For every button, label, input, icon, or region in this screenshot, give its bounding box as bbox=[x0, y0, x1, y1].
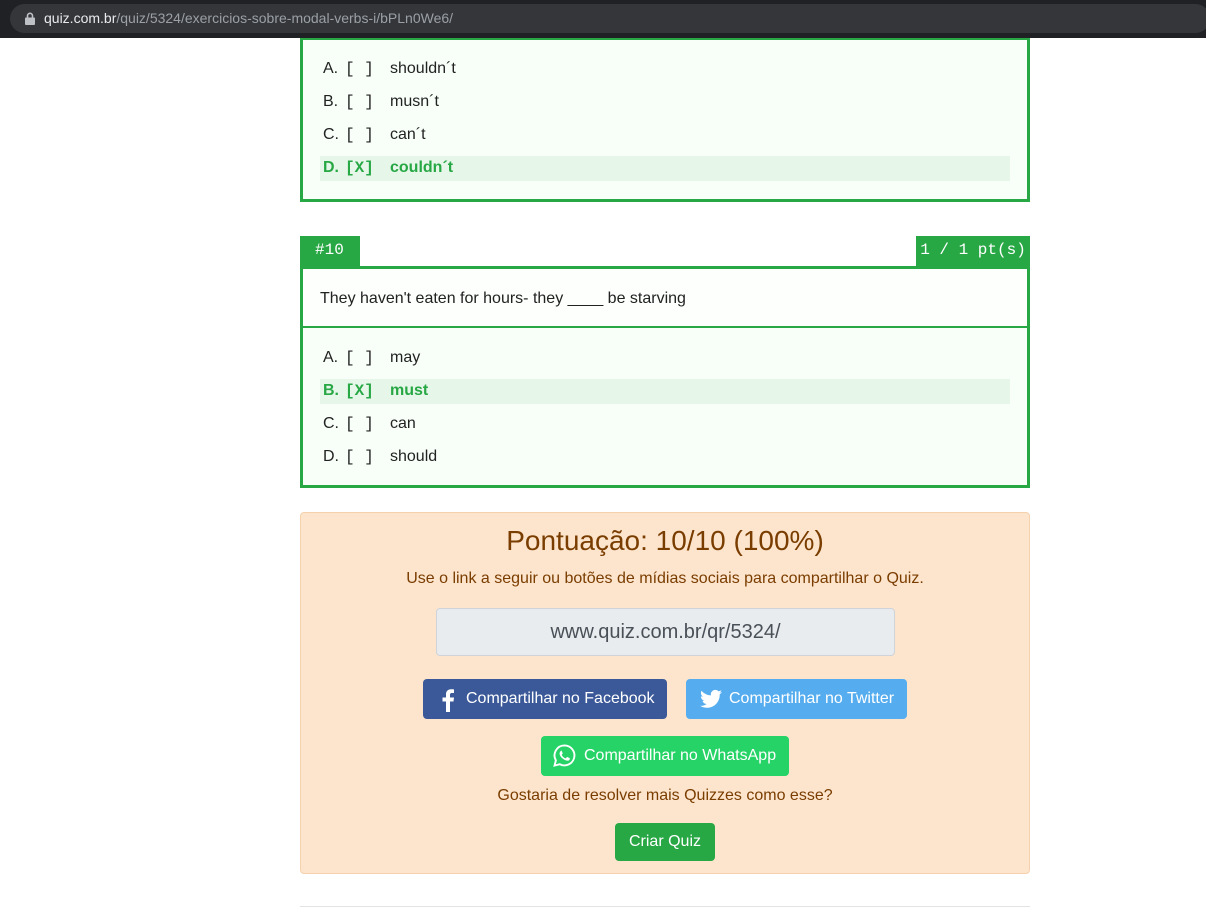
share-whatsapp-button[interactable]: Compartilhar no WhatsApp bbox=[541, 736, 789, 776]
lock-icon[interactable] bbox=[24, 12, 36, 25]
option-letter: D. bbox=[323, 448, 339, 465]
question-points-badge: 1 / 1 pt(s) bbox=[916, 236, 1030, 268]
answer-option-b-selected: B. [X] must bbox=[320, 379, 1010, 404]
question-stem: They haven't eaten for hours- they ____ … bbox=[303, 269, 1027, 328]
option-letter: C. bbox=[323, 126, 339, 143]
option-checkbox: [X] bbox=[345, 382, 374, 400]
answer-option-c: C. [ ] can´t bbox=[320, 123, 1010, 148]
option-text: should bbox=[390, 448, 438, 465]
option-text: shouldn´t bbox=[390, 60, 456, 77]
answer-options: A. [ ] shouldn´t B. [ ] musn´t C. [ ] ca… bbox=[320, 57, 1010, 189]
option-checkbox: [ ] bbox=[345, 93, 374, 111]
question-9-block: A. [ ] shouldn´t B. [ ] musn´t C. [ ] ca… bbox=[300, 38, 1030, 202]
share-twitter-button[interactable]: Compartilhar no Twitter bbox=[686, 679, 907, 719]
create-quiz-button[interactable]: Criar Quiz bbox=[615, 823, 715, 861]
option-text: can´t bbox=[390, 126, 426, 143]
question-number-badge: #10 bbox=[300, 236, 360, 268]
option-checkbox: [ ] bbox=[345, 448, 374, 466]
answer-option-d: D. [ ] should bbox=[320, 445, 1010, 470]
url-host: quiz.com.br bbox=[44, 10, 117, 26]
option-text: must bbox=[390, 382, 429, 399]
question-10-block: They haven't eaten for hours- they ____ … bbox=[300, 266, 1030, 488]
whatsapp-icon bbox=[553, 744, 576, 767]
address-bar[interactable]: quiz.com.br/quiz/5324/exercicios-sobre-m… bbox=[10, 4, 1206, 33]
score-title: Pontuação: 10/10 (100%) bbox=[506, 525, 824, 556]
option-checkbox: [ ] bbox=[345, 415, 374, 433]
share-link-input[interactable] bbox=[436, 608, 895, 656]
answer-option-b: B. [ ] musn´t bbox=[320, 90, 1010, 115]
option-letter: A. bbox=[323, 349, 339, 366]
option-checkbox: [ ] bbox=[345, 126, 374, 144]
score-panel: Pontuação: 10/10 (100%) Use o link a seg… bbox=[300, 512, 1030, 874]
answer-option-a: A. [ ] shouldn´t bbox=[320, 57, 1010, 82]
more-quizzes-prompt: Gostaria de resolver mais Quizzes como e… bbox=[497, 787, 833, 804]
twitter-icon bbox=[700, 689, 722, 708]
option-checkbox: [ ] bbox=[345, 349, 374, 367]
option-checkbox: [X] bbox=[345, 159, 374, 177]
option-letter: B. bbox=[323, 93, 339, 110]
option-text: can bbox=[390, 415, 416, 432]
url-text[interactable]: quiz.com.br/quiz/5324/exercicios-sobre-m… bbox=[44, 10, 453, 27]
option-letter: D. bbox=[323, 159, 339, 176]
share-facebook-button[interactable]: Compartilhar no Facebook bbox=[423, 679, 667, 719]
answer-option-c: C. [ ] can bbox=[320, 412, 1010, 437]
facebook-icon bbox=[442, 689, 454, 712]
option-text: couldn´t bbox=[390, 159, 454, 176]
option-letter: B. bbox=[323, 382, 339, 399]
answer-option-a: A. [ ] may bbox=[320, 346, 1010, 371]
option-letter: C. bbox=[323, 415, 339, 432]
answer-option-d-selected: D. [X] couldn´t bbox=[320, 156, 1010, 181]
share-instructions: Use o link a seguir ou botões de mídias … bbox=[406, 570, 924, 587]
answer-options: A. [ ] may B. [X] must C. [ ] can D. [ ]… bbox=[320, 346, 1010, 478]
option-text: musn´t bbox=[390, 93, 439, 110]
divider bbox=[300, 906, 1030, 907]
option-letter: A. bbox=[323, 60, 339, 77]
share-facebook-label: Compartilhar no Facebook bbox=[466, 690, 655, 707]
url-path: /quiz/5324/exercicios-sobre-modal-verbs-… bbox=[116, 10, 454, 26]
question-text: They haven't eaten for hours- they ____ … bbox=[320, 290, 686, 307]
share-twitter-label: Compartilhar no Twitter bbox=[729, 690, 895, 707]
option-text: may bbox=[390, 349, 421, 366]
share-whatsapp-label: Compartilhar no WhatsApp bbox=[584, 747, 777, 764]
option-checkbox: [ ] bbox=[345, 60, 374, 78]
browser-toolbar: quiz.com.br/quiz/5324/exercicios-sobre-m… bbox=[0, 0, 1206, 38]
